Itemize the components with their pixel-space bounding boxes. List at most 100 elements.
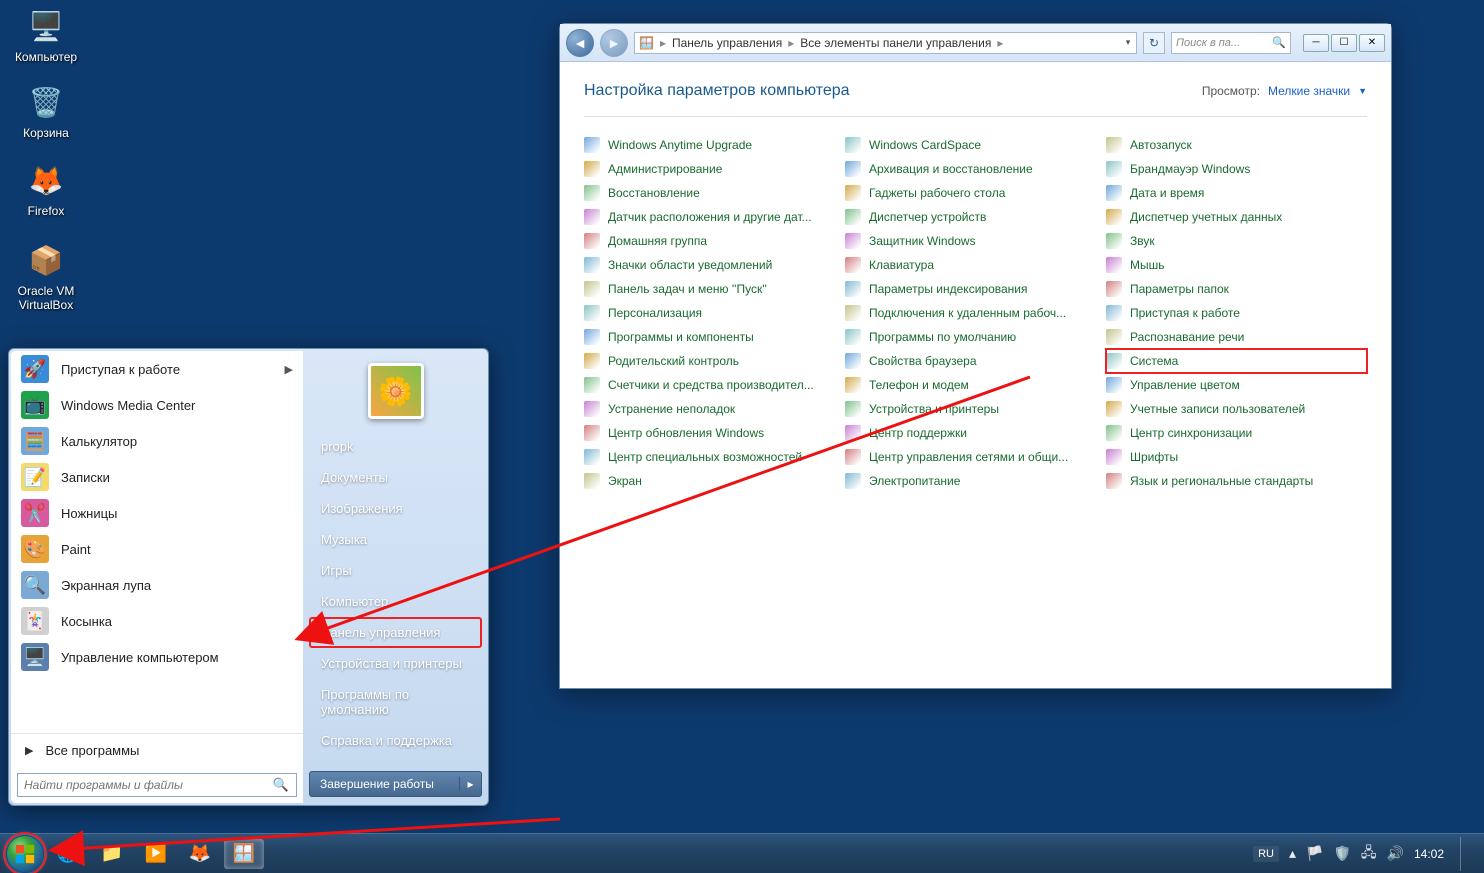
language-indicator[interactable]: RU	[1253, 846, 1279, 862]
cp-item-свойства-браузера[interactable]: Свойства браузера	[845, 349, 1106, 373]
cp-item-клавиатура[interactable]: Клавиатура	[845, 253, 1106, 277]
all-programs-button[interactable]: ▶ Все программы	[11, 733, 303, 767]
start-search-input[interactable]	[17, 773, 297, 797]
cp-item-устройства-и-принтеры[interactable]: Устройства и принтеры	[845, 397, 1106, 421]
cp-item-диспетчер-учетных-данных[interactable]: Диспетчер учетных данных	[1106, 205, 1367, 229]
cp-item-язык-и-региональные-стандарты[interactable]: Язык и региональные стандарты	[1106, 469, 1367, 493]
address-bar[interactable]: 🪟 ▸ Панель управления ▸ Все элементы пан…	[634, 32, 1137, 54]
show-desktop-button[interactable]	[1460, 837, 1470, 871]
cp-item-распознавание-речи[interactable]: Распознавание речи	[1106, 325, 1367, 349]
cp-item-телефон-и-модем[interactable]: Телефон и модем	[845, 373, 1106, 397]
nav-back-button[interactable]: ◄	[566, 29, 594, 57]
user-avatar[interactable]: 🌼	[368, 363, 424, 419]
cp-item-центр-синхронизации[interactable]: Центр синхронизации	[1106, 421, 1367, 445]
cp-item-значки-области-уведомлений[interactable]: Значки области уведомлений	[584, 253, 845, 277]
cp-item-центр-специальных-возможностей[interactable]: Центр специальных возможностей	[584, 445, 845, 469]
start-right-документы[interactable]: Документы	[309, 462, 482, 493]
taskbar-item-firefox[interactable]: 🦊	[180, 839, 220, 869]
cp-item-система[interactable]: Система	[1106, 349, 1367, 373]
breadcrumb-item[interactable]: Все элементы панели управления	[796, 36, 995, 50]
clock[interactable]: 14:02	[1414, 847, 1444, 861]
cp-item-автозапуск[interactable]: Автозапуск	[1106, 133, 1367, 157]
cp-item-windows-anytime-upgrade[interactable]: Windows Anytime Upgrade	[584, 133, 845, 157]
cp-item-параметры-папок[interactable]: Параметры папок	[1106, 277, 1367, 301]
network-icon[interactable]: 🖧	[1361, 842, 1377, 866]
start-right-справка-и-поддержка[interactable]: Справка и поддержка	[309, 725, 482, 756]
cp-item-центр-обновления-windows[interactable]: Центр обновления Windows	[584, 421, 845, 445]
start-pinned-windows-media-center[interactable]: 📺Windows Media Center	[11, 387, 303, 423]
maximize-button[interactable]: ☐	[1331, 34, 1357, 52]
desktop-icon-компьютер[interactable]: 🖥️Компьютер	[8, 6, 84, 64]
start-right-изображения[interactable]: Изображения	[309, 493, 482, 524]
start-pinned-приступая-к-работе[interactable]: 🚀Приступая к работе▶	[11, 351, 303, 387]
cp-item-центр-управления-сетями-и-общи-[interactable]: Центр управления сетями и общи...	[845, 445, 1106, 469]
close-button[interactable]: ✕	[1359, 34, 1385, 52]
cp-item-звук[interactable]: Звук	[1106, 229, 1367, 253]
start-right-компьютер[interactable]: Компьютер	[309, 586, 482, 617]
cp-item-восстановление[interactable]: Восстановление	[584, 181, 845, 205]
taskbar-item-wmp[interactable]: ▶️	[136, 839, 176, 869]
cp-item-диспетчер-устройств[interactable]: Диспетчер устройств	[845, 205, 1106, 229]
start-pinned-калькулятор[interactable]: 🧮Калькулятор	[11, 423, 303, 459]
cp-item-родительский-контроль[interactable]: Родительский контроль	[584, 349, 845, 373]
cp-item-домашняя-группа[interactable]: Домашняя группа	[584, 229, 845, 253]
cp-item-центр-поддержки[interactable]: Центр поддержки	[845, 421, 1106, 445]
desktop-icon-корзина[interactable]: 🗑️Корзина	[8, 82, 84, 140]
start-pinned-ножницы[interactable]: ✂️Ножницы	[11, 495, 303, 531]
start-right-propk[interactable]: propk	[309, 431, 482, 462]
cp-item-мышь[interactable]: Мышь	[1106, 253, 1367, 277]
cp-item-счетчики-и-средства-производител-[interactable]: Счетчики и средства производител...	[584, 373, 845, 397]
cp-item-учетные-записи-пользователей[interactable]: Учетные записи пользователей	[1106, 397, 1367, 421]
start-button[interactable]	[6, 835, 44, 873]
taskbar-item-ie[interactable]: 🌐	[48, 839, 88, 869]
cp-item-дата-и-время[interactable]: Дата и время	[1106, 181, 1367, 205]
cp-item-устранение-неполадок[interactable]: Устранение неполадок	[584, 397, 845, 421]
cp-item-архивация-и-восстановление[interactable]: Архивация и восстановление	[845, 157, 1106, 181]
volume-icon[interactable]: 🔊	[1387, 845, 1404, 862]
cp-item-панель-задач-и-меню-пуск-[interactable]: Панель задач и меню ''Пуск''	[584, 277, 845, 301]
start-pinned-управление-компьютером[interactable]: 🖥️Управление компьютером	[11, 639, 303, 675]
cp-item-подключения-к-удаленным-рабоч-[interactable]: Подключения к удаленным рабоч...	[845, 301, 1106, 325]
start-right-музыка[interactable]: Музыка	[309, 524, 482, 555]
start-right-устройства-и-принтеры[interactable]: Устройства и принтеры	[309, 648, 482, 679]
desktop-icon-oracle-vm-virtualbox[interactable]: 📦Oracle VM VirtualBox	[8, 240, 84, 312]
taskbar-item-explorer[interactable]: 📁	[92, 839, 132, 869]
tray-up-icon[interactable]: ▴	[1289, 845, 1296, 862]
cp-item-программы-по-умолчанию[interactable]: Программы по умолчанию	[845, 325, 1106, 349]
taskbar-item-control-panel[interactable]: 🪟	[224, 839, 264, 869]
cp-item-защитник-windows[interactable]: Защитник Windows	[845, 229, 1106, 253]
cp-item-экран[interactable]: Экран	[584, 469, 845, 493]
cp-item-параметры-индексирования[interactable]: Параметры индексирования	[845, 277, 1106, 301]
cp-item-гаджеты-рабочего-стола[interactable]: Гаджеты рабочего стола	[845, 181, 1106, 205]
start-right-игры[interactable]: Игры	[309, 555, 482, 586]
start-right-программы-по-умолчанию[interactable]: Программы по умолчанию	[309, 679, 482, 725]
cp-search-input[interactable]: Поиск в па... 🔍	[1171, 32, 1291, 54]
cp-item-приступая-к-работе[interactable]: Приступая к работе	[1106, 301, 1367, 325]
start-pinned-экранная-лупа[interactable]: 🔍Экранная лупа	[11, 567, 303, 603]
desktop-icon-firefox[interactable]: 🦊Firefox	[8, 160, 84, 218]
shield-icon[interactable]: 🛡️	[1333, 845, 1350, 862]
minimize-button[interactable]: ─	[1303, 34, 1329, 52]
start-pinned-косынка[interactable]: 🃏Косынка	[11, 603, 303, 639]
cp-item-программы-и-компоненты[interactable]: Программы и компоненты	[584, 325, 845, 349]
cp-item-датчик-расположения-и-другие-дат-[interactable]: Датчик расположения и другие дат...	[584, 205, 845, 229]
cp-item-icon	[845, 473, 861, 489]
cp-item-администрирование[interactable]: Администрирование	[584, 157, 845, 181]
cp-item-электропитание[interactable]: Электропитание	[845, 469, 1106, 493]
refresh-button[interactable]: ↻	[1143, 32, 1165, 54]
shutdown-options-button[interactable]: ▸	[459, 777, 481, 791]
start-right-панель-управления[interactable]: Панель управления	[309, 617, 482, 648]
cp-item-windows-cardspace[interactable]: Windows CardSpace	[845, 133, 1106, 157]
start-pinned-записки[interactable]: 📝Записки	[11, 459, 303, 495]
start-pinned-paint[interactable]: 🎨Paint	[11, 531, 303, 567]
cp-item-icon	[1106, 233, 1122, 249]
cp-item-персонализация[interactable]: Персонализация	[584, 301, 845, 325]
shutdown-button[interactable]: Завершение работы ▸	[309, 771, 482, 797]
cp-item-управление-цветом[interactable]: Управление цветом	[1106, 373, 1367, 397]
cp-item-шрифты[interactable]: Шрифты	[1106, 445, 1367, 469]
flag-icon[interactable]: 🏳️	[1306, 845, 1323, 862]
cp-item-брандмауэр-windows[interactable]: Брандмауэр Windows	[1106, 157, 1367, 181]
breadcrumb-item[interactable]: Панель управления	[668, 36, 786, 50]
cp-view-selector[interactable]: Просмотр: Мелкие значки ▼	[1202, 84, 1367, 98]
nav-forward-button[interactable]: ►	[600, 29, 628, 57]
